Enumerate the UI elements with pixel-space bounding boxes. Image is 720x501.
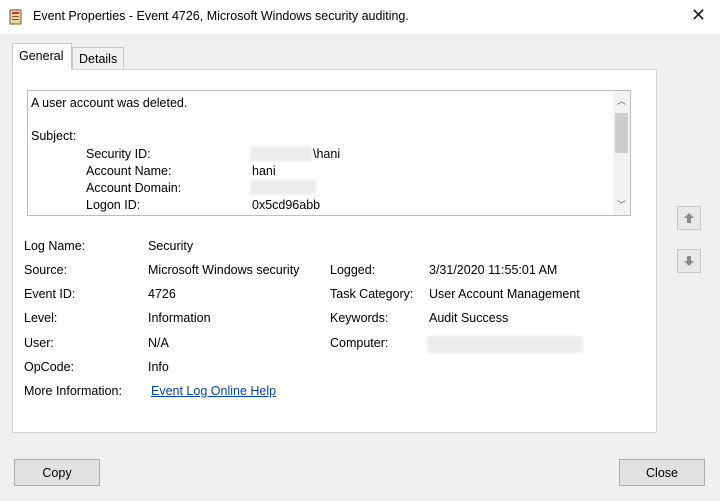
task-category-label: Task Category: [330, 287, 414, 301]
task-category-value: User Account Management [429, 287, 580, 301]
keywords-value: Audit Success [429, 311, 509, 325]
event-id-label: Event ID: [24, 287, 76, 301]
tab-details[interactable]: Details [72, 47, 124, 70]
level-label: Level: [24, 311, 58, 325]
account-name-label: Account Name: [86, 164, 172, 178]
event-description-box[interactable]: A user account was deleted. Subject: Sec… [27, 90, 631, 216]
previous-event-button[interactable] [677, 206, 701, 230]
close-window-icon[interactable]: ✕ [691, 5, 706, 25]
log-name-value: Security [148, 239, 194, 253]
keywords-label: Keywords: [330, 311, 389, 325]
source-label: Source: [24, 263, 68, 277]
scrollbar-thumb[interactable] [615, 113, 628, 153]
next-event-button[interactable] [677, 249, 701, 273]
general-panel: A user account was deleted. Subject: Sec… [12, 69, 657, 433]
scroll-up-icon[interactable]: ︿ [613, 93, 630, 109]
account-domain-label: Account Domain: [86, 181, 182, 195]
description-scrollbar[interactable]: ︿ ﹀ [613, 91, 630, 215]
logged-label: Logged: [330, 263, 376, 277]
event-viewer-icon [9, 9, 22, 25]
scroll-down-icon[interactable]: ﹀ [613, 197, 630, 213]
logon-id-value: 0x5cd96abb [252, 198, 321, 212]
arrow-up-icon [684, 213, 694, 223]
event-log-online-help-link[interactable]: Event Log Online Help [151, 384, 276, 398]
opcode-label: OpCode: [24, 360, 75, 374]
logon-id-label: Logon ID: [86, 198, 141, 212]
log-name-label: Log Name: [24, 239, 86, 253]
redacted-domain [250, 146, 312, 161]
logged-value: 3/31/2020 11:55:01 AM [429, 263, 558, 277]
close-button[interactable]: Close [619, 459, 705, 486]
security-id-label: Security ID: [86, 147, 151, 161]
copy-button[interactable]: Copy [14, 459, 100, 486]
event-id-value: 4726 [148, 287, 176, 301]
more-information-label: More Information: [24, 384, 122, 398]
source-value: Microsoft Windows security [148, 263, 300, 277]
level-value: Information [148, 311, 211, 325]
computer-label: Computer: [330, 336, 389, 350]
user-label: User: [24, 336, 54, 350]
account-name-value: hani [252, 164, 276, 178]
arrow-down-icon [684, 256, 694, 266]
redacted-computer [427, 336, 583, 353]
security-id-value: \hani [313, 147, 341, 161]
user-value: N/A [148, 336, 169, 350]
opcode-value: Info [148, 360, 169, 374]
tab-general[interactable]: General [12, 43, 72, 70]
title-bar: Event Properties - Event 4726, Microsoft… [0, 0, 720, 34]
window-title: Event Properties - Event 4726, Microsoft… [33, 9, 409, 23]
subject-label: Subject: [31, 129, 77, 143]
redacted-account-domain [250, 180, 316, 195]
description-summary: A user account was deleted. [31, 96, 188, 110]
